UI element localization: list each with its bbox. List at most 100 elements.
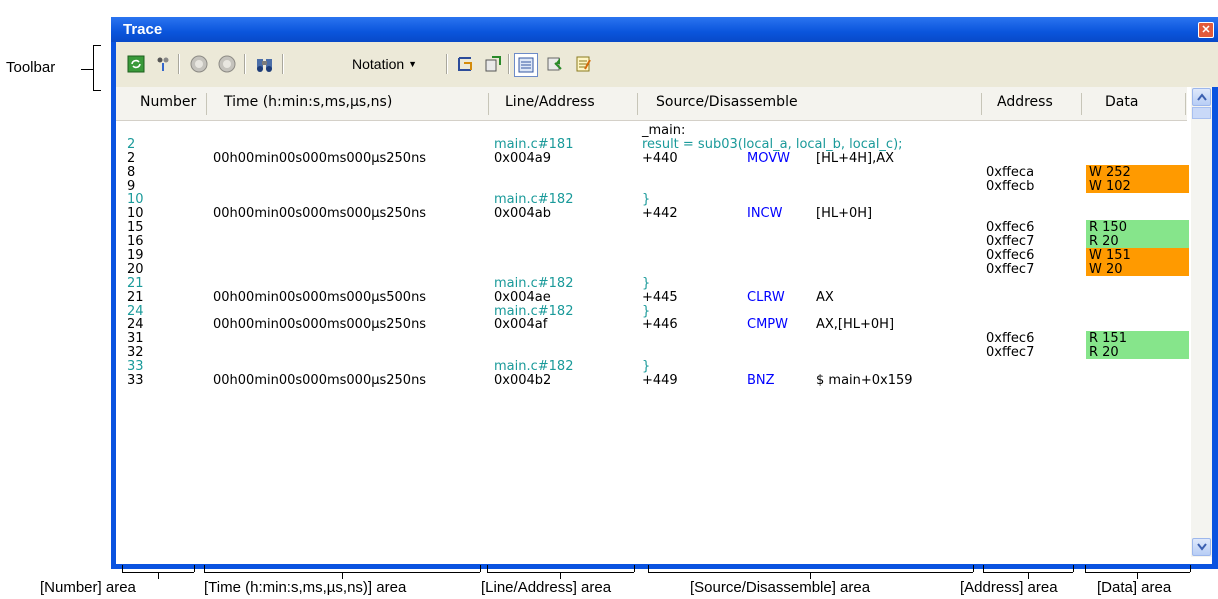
column-header-time[interactable]: Time (h:min:s,ms,µs,ns) <box>224 87 392 120</box>
column-header-number[interactable]: Number <box>140 87 196 120</box>
toolbar-separator <box>178 54 180 74</box>
row-number: 24 <box>127 303 144 319</box>
column-divider[interactable] <box>981 93 982 115</box>
table-row[interactable]: 21 main.c#182} <box>116 275 1191 291</box>
row-number: 2 <box>127 150 136 166</box>
next-button[interactable] <box>216 53 238 75</box>
row-time: 00h00min00s000ms000µs500ns <box>213 289 427 305</box>
row-offset: +445 <box>642 289 678 305</box>
close-button[interactable]: ✕ <box>1198 22 1214 38</box>
column-divider[interactable] <box>206 93 207 115</box>
table-row[interactable]: 20 0xffec7 W 20 <box>116 261 1191 277</box>
scroll-down-button[interactable] <box>1192 538 1211 556</box>
bracket-tick <box>973 565 974 572</box>
toolbar-bracket <box>93 45 94 91</box>
refresh-icon <box>127 55 145 73</box>
row-offset: +446 <box>642 317 678 333</box>
toolbar-separator <box>244 54 246 74</box>
column-divider[interactable] <box>1081 93 1082 115</box>
table-row[interactable]: 31 0xffec6 R 151 <box>116 331 1191 346</box>
table-row[interactable]: 2 00h00min00s000ms000µs250ns 0x004a9 +440 MO… <box>116 150 1191 166</box>
row-data: R 20 <box>1086 234 1189 249</box>
row-line-address: 0x004b2 <box>494 373 552 389</box>
find-button[interactable] <box>254 53 276 75</box>
row-operand: $ main+0x159 <box>816 373 913 389</box>
trace-rows: _main: 2 main.c#181 result = sub03(local_a,… <box>116 123 1191 389</box>
row-address: 0xffecb <box>986 178 1035 194</box>
row-operand: AX,[HL+0H] <box>816 317 895 333</box>
filter-icon <box>157 57 169 71</box>
scroll-thumb[interactable] <box>1192 107 1211 119</box>
bracket-tick <box>480 565 481 572</box>
table-row[interactable]: 24 00h00min00s000ms000µs250ns 0x004af +446 C… <box>116 317 1191 333</box>
table-row[interactable]: 24 main.c#182} <box>116 303 1191 319</box>
column-header-line-address[interactable]: Line/Address <box>505 87 595 120</box>
column-divider[interactable] <box>637 93 638 115</box>
table-row[interactable]: 9 0xffecb W 102 <box>116 178 1191 194</box>
sync-button[interactable] <box>482 53 504 75</box>
row-operand: AX <box>816 289 834 305</box>
refresh-button[interactable] <box>125 53 147 75</box>
row-number: 10 <box>127 192 144 208</box>
notation-menu[interactable]: Notation ▼ <box>352 56 417 72</box>
toolbar-separator <box>282 54 284 74</box>
next-icon <box>218 55 236 73</box>
table-row[interactable]: 33 main.c#182} <box>116 359 1191 375</box>
row-number: 32 <box>127 345 144 361</box>
row-number: 10 <box>127 206 144 222</box>
table-row[interactable]: _main: <box>116 123 1191 138</box>
address-area-label: [Address] area <box>960 579 1058 596</box>
row-operand: [HL+4H],AX <box>816 150 895 166</box>
step-button[interactable] <box>152 53 174 75</box>
table-row[interactable]: 2 main.c#181 result = sub03(local_a, local… <box>116 136 1191 152</box>
bracket-stem <box>560 572 561 579</box>
trace-window: Trace ✕ Notation ▼ Number Time (h:min:s,… <box>111 17 1218 569</box>
row-time: 00h00min00s000ms000µs250ns <box>213 206 427 222</box>
number-area-label: [Number] area <box>40 579 136 596</box>
prev-button[interactable] <box>188 53 210 75</box>
table-row[interactable]: 19 0xffec6 W 151 <box>116 248 1191 263</box>
bracket-tick <box>634 565 635 572</box>
table-row[interactable]: 10 main.c#182} <box>116 192 1191 208</box>
row-line-address: main.c#182 <box>494 275 574 291</box>
mix-display-button[interactable] <box>454 53 476 75</box>
list-view-button[interactable] <box>514 53 538 77</box>
column-header-source[interactable]: Source/Disassemble <box>656 87 798 120</box>
scroll-up-button[interactable] <box>1192 88 1211 106</box>
bracket-tick <box>204 565 205 572</box>
table-row[interactable]: 21 00h00min00s000ms000µs500ns 0x004ae +445 C… <box>116 289 1191 305</box>
row-data: W 20 <box>1086 261 1189 277</box>
row-address: 0xffec7 <box>986 261 1035 277</box>
row-mnemonic: INCW <box>747 206 783 222</box>
table-row[interactable]: 8 0xffeca W 252 <box>116 164 1191 180</box>
save-button[interactable] <box>544 53 566 75</box>
row-number: 24 <box>127 317 144 333</box>
row-line-address: main.c#182 <box>494 359 574 375</box>
row-number: 15 <box>127 220 144 236</box>
bracket-stem <box>1137 572 1138 579</box>
edit-button[interactable] <box>572 53 594 75</box>
bracket-tick <box>983 565 984 572</box>
column-divider[interactable] <box>488 93 489 115</box>
row-data: W 252 <box>1086 164 1189 180</box>
row-number: 21 <box>127 289 144 305</box>
table-row[interactable]: 10 00h00min00s000ms000µs250ns 0x004ab +442 I… <box>116 206 1191 222</box>
column-divider[interactable] <box>1185 93 1186 115</box>
column-header-address[interactable]: Address <box>997 87 1053 120</box>
mix-icon <box>458 57 472 71</box>
bracket-tick <box>487 565 488 572</box>
bracket-tick <box>194 565 195 572</box>
vertical-scrollbar[interactable] <box>1191 87 1212 557</box>
row-source: } <box>642 192 651 208</box>
row-source: _main: <box>642 123 686 138</box>
dropdown-caret-icon: ▼ <box>408 59 418 69</box>
column-header-data[interactable]: Data <box>1105 87 1138 120</box>
table-row[interactable]: 33 00h00min00s000ms000µs250ns 0x004b2 +449 B… <box>116 373 1191 389</box>
line-address-area-label: [Line/Address] area <box>481 579 612 596</box>
table-row[interactable]: 32 0xffec7 R 20 <box>116 345 1191 361</box>
table-row[interactable]: 16 0xffec7 R 20 <box>116 234 1191 249</box>
row-time: 00h00min00s000ms000µs250ns <box>213 317 427 333</box>
table-row[interactable]: 15 0xffec6 R 150 <box>116 220 1191 236</box>
row-line-address: main.c#181 <box>494 136 574 152</box>
row-mnemonic: CLRW <box>747 289 785 305</box>
